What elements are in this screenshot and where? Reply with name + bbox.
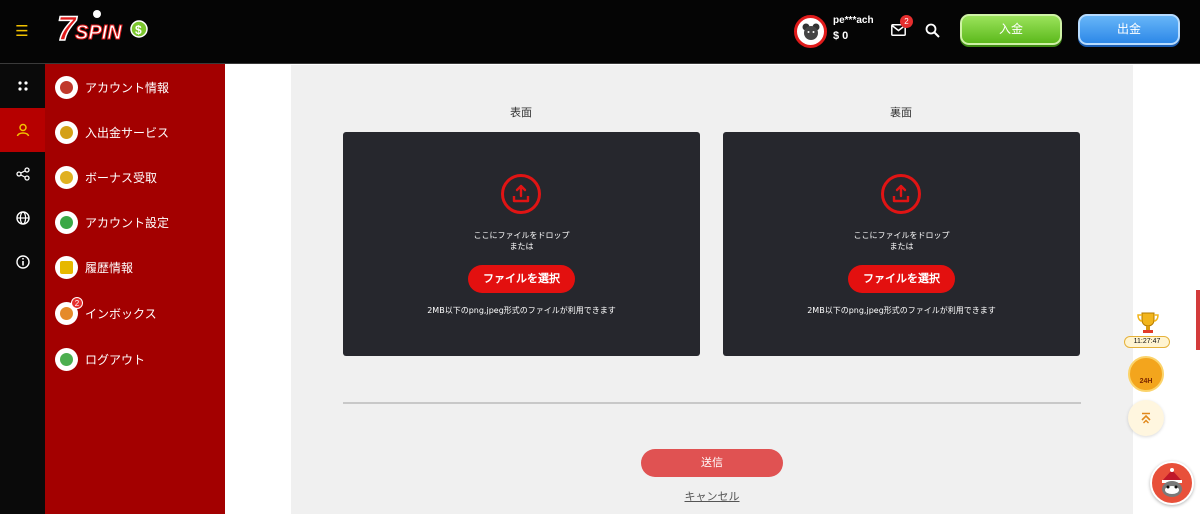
trophy-icon	[55, 75, 78, 99]
back-side-label: 裏面	[890, 106, 912, 119]
balance: $ 0	[833, 30, 849, 42]
globe-icon	[15, 211, 30, 225]
file-limit-note: 2MB以下のpng,jpeg形式のファイルが利用できます	[807, 306, 996, 315]
menu-item-label: インボックス	[85, 306, 157, 321]
avatar-bear-icon	[802, 23, 819, 40]
submit-button[interactable]: 送信	[641, 449, 783, 477]
site-logo[interactable]: 7 SPIN $	[56, 7, 149, 49]
back-choose-file-button[interactable]: ファイルを選択	[848, 265, 955, 293]
cancel-link[interactable]: キャンセル	[641, 488, 783, 504]
rail-item-share[interactable]	[0, 152, 45, 196]
divider	[343, 402, 1081, 404]
upload-arrow-icon	[512, 184, 530, 203]
drop-hint: ここにファイルをドロップ	[853, 231, 950, 240]
rail-item-globe[interactable]	[0, 196, 45, 240]
back-upload-dropzone[interactable]: ここにファイルをドロップ または ファイルを選択 2MB以下のpng,jpeg形…	[723, 132, 1080, 356]
inbox-icon: 2	[55, 296, 83, 325]
logout-icon	[55, 347, 78, 371]
menu-item-label: 履歴情報	[85, 260, 134, 275]
document-icon	[55, 255, 78, 279]
scroll-indicator	[1196, 290, 1200, 350]
inbox-count-badge: 2	[71, 296, 83, 309]
menu-item-logout[interactable]: ログアウト	[55, 344, 220, 374]
menu-item-inbox[interactable]: 2 インボックス	[55, 296, 220, 328]
top-bar: ☰ 7 SPIN $ pe***ach $ 0 2 入金 出金	[0, 0, 1200, 64]
svg-text:$: $	[135, 23, 142, 37]
tournament-trophy-icon[interactable]	[1129, 310, 1167, 336]
info-icon	[15, 255, 30, 269]
username: pe***ach	[833, 15, 874, 26]
support-mascot-icon	[1162, 468, 1182, 497]
front-side-label: 表面	[510, 106, 532, 119]
file-limit-note: 2MB以下のpng,jpeg形式のファイルが利用できます	[427, 306, 616, 315]
scroll-to-top-button[interactable]	[1128, 400, 1164, 436]
search-icon[interactable]	[925, 23, 940, 38]
clover-icon	[55, 210, 78, 234]
logo-graphic: 7 SPIN $	[56, 9, 148, 49]
menu-item-deposit-withdraw[interactable]: 入出金サービス	[55, 117, 220, 147]
mail-count-badge: 2	[900, 15, 913, 28]
double-chevron-up-icon	[1141, 412, 1151, 424]
menu-item-label: アカウント設定	[85, 215, 170, 230]
menu-item-history[interactable]: 履歴情報	[55, 252, 220, 282]
withdraw-button[interactable]: 出金	[1078, 14, 1180, 45]
user-icon	[16, 123, 29, 137]
upload-icon	[501, 174, 541, 214]
hamburger-menu-icon[interactable]: ☰	[13, 22, 31, 40]
icon-rail	[0, 64, 45, 514]
account-menu: アカウント情報 入出金サービス ボーナス受取 アカウント設定 履歴情報 2 イン…	[45, 64, 225, 514]
promo-text: 24H	[1139, 378, 1153, 385]
drop-or-text: または	[509, 242, 534, 251]
menu-item-bonus[interactable]: ボーナス受取	[55, 162, 220, 192]
menu-item-label: ログアウト	[85, 352, 146, 367]
drop-hint: ここにファイルをドロップ	[473, 231, 570, 240]
deposit-button[interactable]: 入金	[960, 14, 1062, 45]
share-icon	[15, 167, 30, 181]
menu-item-account-settings[interactable]: アカウント設定	[55, 207, 220, 237]
tournament-timer: 11:27:47	[1124, 336, 1170, 348]
drop-or-text: または	[889, 242, 914, 251]
menu-item-label: ボーナス受取	[85, 170, 158, 185]
front-upload-dropzone[interactable]: ここにファイルをドロップ または ファイルを選択 2MB以下のpng,jpeg形…	[343, 132, 700, 356]
menu-item-account-info[interactable]: アカウント情報	[55, 72, 220, 102]
upload-arrow-icon	[892, 184, 910, 203]
menu-item-label: 入出金サービス	[85, 125, 170, 140]
avatar[interactable]	[794, 15, 827, 48]
promo-24h-button[interactable]: 24H	[1128, 356, 1164, 392]
rail-item-grid[interactable]	[0, 64, 45, 108]
grid-icon	[17, 81, 28, 91]
front-choose-file-button[interactable]: ファイルを選択	[468, 265, 575, 293]
upload-icon	[881, 174, 921, 214]
rail-item-user[interactable]	[0, 108, 45, 152]
rail-item-info[interactable]	[0, 240, 45, 284]
money-icon	[55, 120, 78, 144]
support-chat-button[interactable]	[1150, 461, 1194, 505]
trophy-graphic	[1137, 312, 1159, 333]
menu-item-label: アカウント情報	[85, 80, 170, 95]
ticket-icon	[55, 165, 78, 189]
svg-text:SPIN: SPIN	[75, 22, 122, 44]
